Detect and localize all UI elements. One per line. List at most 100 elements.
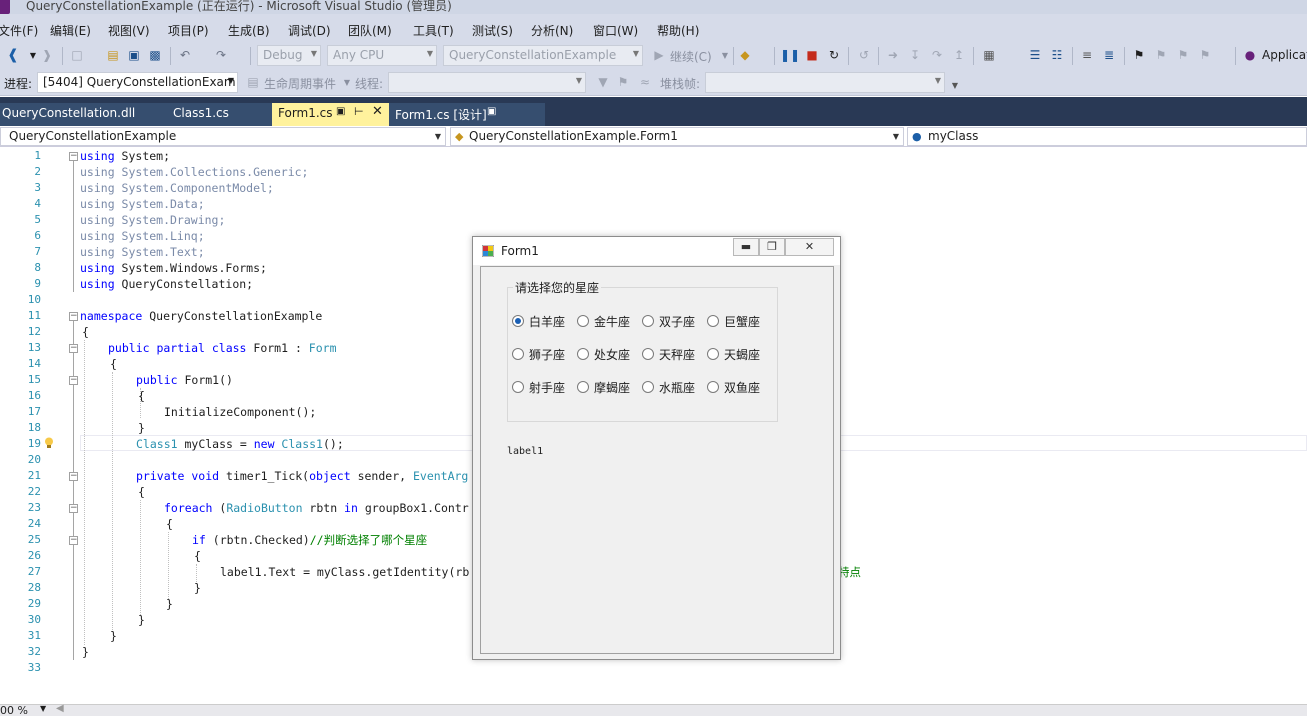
step-over-icon[interactable]: ↷ xyxy=(930,48,944,62)
minimize-button[interactable]: ▬ xyxy=(733,238,759,256)
restart-icon[interactable]: ↻ xyxy=(827,48,841,62)
line-number: 7 xyxy=(34,245,41,258)
application-insights-button[interactable]: Applicati xyxy=(1262,48,1307,62)
solution-config-select[interactable]: Debug ▼ xyxy=(257,45,321,66)
close-button[interactable]: ✕ xyxy=(785,238,834,256)
menu-test[interactable]: 测试(S) xyxy=(472,22,513,39)
redo-icon[interactable]: ↷ xyxy=(214,48,228,62)
continue-icon[interactable]: ▶ xyxy=(652,48,666,62)
zoom-dropdown-icon[interactable]: ▼ xyxy=(40,704,46,713)
step-into-icon[interactable]: ↧ xyxy=(908,48,922,62)
collapse-icon[interactable]: − xyxy=(69,536,78,545)
code-token: (); xyxy=(322,437,344,451)
menu-debug[interactable]: 调试(D) xyxy=(288,22,331,39)
radio-capricorn[interactable]: 摩蝎座 xyxy=(577,379,630,395)
menu-window[interactable]: 窗口(W) xyxy=(593,22,638,39)
tab-class1-cs[interactable]: Class1.cs xyxy=(153,103,273,126)
tab-form1-cs[interactable]: Form1.cs ▣ ⊢ ✕ xyxy=(272,103,389,126)
attach-icon[interactable]: ◆ xyxy=(738,48,752,62)
radio-aries[interactable]: 白羊座 xyxy=(512,313,565,329)
menu-team[interactable]: 团队(M) xyxy=(348,22,392,39)
collapse-icon[interactable]: − xyxy=(69,376,78,385)
thread-select[interactable]: ▼ xyxy=(388,72,586,93)
pin-icon[interactable]: ⊢ xyxy=(354,105,364,118)
menu-project[interactable]: 项目(P) xyxy=(168,22,209,39)
radio-libra[interactable]: 天秤座 xyxy=(642,346,695,362)
form1-title-bar[interactable]: Form1 ▬ ❐ ✕ xyxy=(473,237,840,265)
radio-pisces[interactable]: 双鱼座 xyxy=(707,379,760,395)
next-bookmark-icon[interactable]: ⚑ xyxy=(1176,48,1190,62)
menu-analyze[interactable]: 分析(N) xyxy=(531,22,573,39)
continue-dropdown-icon[interactable]: ▼ xyxy=(718,48,732,62)
member-select[interactable]: ● myClass xyxy=(907,127,1307,146)
radio-virgo[interactable]: 处女座 xyxy=(577,346,630,362)
menu-view[interactable]: 视图(V) xyxy=(108,22,150,39)
code-token: timer1_Tick( xyxy=(219,469,310,483)
prev-bookmark-icon[interactable]: ⚑ xyxy=(1154,48,1168,62)
continue-button[interactable]: 继续(C) xyxy=(670,48,712,65)
back-icon[interactable]: ❰ xyxy=(6,47,20,63)
close-tab-icon[interactable]: ✕ xyxy=(372,104,383,119)
comment-icon[interactable]: ≡ xyxy=(1080,48,1094,62)
project-select[interactable]: QueryConstellationExample ▼ xyxy=(0,127,446,146)
save-icon[interactable]: ▣ xyxy=(127,48,141,62)
forward-icon[interactable]: ❱ xyxy=(40,48,54,62)
collapse-icon[interactable]: − xyxy=(69,312,78,321)
open-file-icon[interactable]: ▤ xyxy=(106,48,120,62)
lifecycle-events-icon: ▤ xyxy=(247,75,259,89)
back-dropdown-icon[interactable]: ▼ xyxy=(26,48,40,62)
collapse-icon[interactable]: − xyxy=(69,152,78,161)
step-out-icon[interactable]: ↥ xyxy=(952,48,966,62)
menu-file[interactable]: 文件(F) xyxy=(0,22,38,39)
menu-build[interactable]: 生成(B) xyxy=(228,22,270,39)
startup-project-value: QueryConstellationExample xyxy=(449,48,617,62)
uncomment-icon[interactable]: ≣ xyxy=(1102,48,1116,62)
show-next-statement-icon[interactable]: ➜ xyxy=(886,48,900,62)
menu-edit[interactable]: 编辑(E) xyxy=(50,22,91,39)
filter-icon[interactable]: ▼ xyxy=(596,75,610,89)
hex-display-icon[interactable]: ▦ xyxy=(982,48,996,62)
parallel-stacks-icon[interactable]: ☷ xyxy=(1050,48,1064,62)
startup-project-select[interactable]: QueryConstellationExample ▼ xyxy=(443,45,643,66)
collapse-icon[interactable]: − xyxy=(69,344,78,353)
toggle-threads-icon[interactable]: ≈ xyxy=(638,75,652,89)
radio-taurus[interactable]: 金牛座 xyxy=(577,313,630,329)
scroll-left-icon[interactable]: ◀ xyxy=(56,703,64,714)
radio-aquarius[interactable]: 水瓶座 xyxy=(642,379,695,395)
lifecycle-events-button[interactable]: 生命周期事件 xyxy=(264,75,336,92)
radio-gemini[interactable]: 双子座 xyxy=(642,313,695,329)
code-token: public partial class xyxy=(108,341,247,355)
flag-icon[interactable]: ⚑ xyxy=(616,75,630,89)
stackframe-select[interactable]: ▼ xyxy=(705,72,945,93)
lifecycle-dropdown-icon[interactable]: ▼ xyxy=(340,75,354,89)
radio-scorpio[interactable]: 天蝎座 xyxy=(707,346,760,362)
application-insights-icon[interactable]: ● xyxy=(1243,48,1257,62)
toolbar-overflow-icon[interactable]: ▼ xyxy=(948,78,962,92)
hot-reload-icon[interactable]: ↺ xyxy=(857,48,871,62)
menu-help[interactable]: 帮助(H) xyxy=(657,22,699,39)
tab-queryconstellation-dll[interactable]: QueryConstellation.dll xyxy=(0,103,153,126)
radio-cancer[interactable]: 巨蟹座 xyxy=(707,313,760,329)
pause-icon[interactable]: ❚❚ xyxy=(780,48,800,62)
type-select[interactable]: ◆ QueryConstellationExample.Form1 ▼ xyxy=(450,127,904,146)
code-token: System.Windows.Forms; xyxy=(114,261,267,275)
lightbulb-icon[interactable] xyxy=(44,437,54,449)
undo-icon[interactable]: ↶ xyxy=(178,48,192,62)
menu-tools[interactable]: 工具(T) xyxy=(413,22,454,39)
threads-icon[interactable]: ☰ xyxy=(1028,48,1042,62)
radio-leo[interactable]: 狮子座 xyxy=(512,346,565,362)
save-all-icon[interactable]: ▩ xyxy=(148,48,162,62)
clear-bookmarks-icon[interactable]: ⚑ xyxy=(1198,48,1212,62)
collapse-icon[interactable]: − xyxy=(69,472,78,481)
bookmark-icon[interactable]: ⚑ xyxy=(1132,48,1146,62)
new-project-icon[interactable]: □ xyxy=(70,48,84,62)
restore-button[interactable]: ❐ xyxy=(759,238,785,256)
zoom-level[interactable]: 00 % xyxy=(0,704,28,716)
stop-icon[interactable]: ■ xyxy=(805,48,819,62)
tab-form1-designer[interactable]: Form1.cs [设计] ▣ xyxy=(389,103,545,126)
code-token: groupBox1.Contr xyxy=(357,501,469,515)
radio-sagittarius[interactable]: 射手座 xyxy=(512,379,565,395)
solution-platform-select[interactable]: Any CPU ▼ xyxy=(327,45,437,66)
collapse-icon[interactable]: − xyxy=(69,504,78,513)
process-select[interactable]: [5404] QueryConstellationExam ▼ xyxy=(37,72,238,93)
